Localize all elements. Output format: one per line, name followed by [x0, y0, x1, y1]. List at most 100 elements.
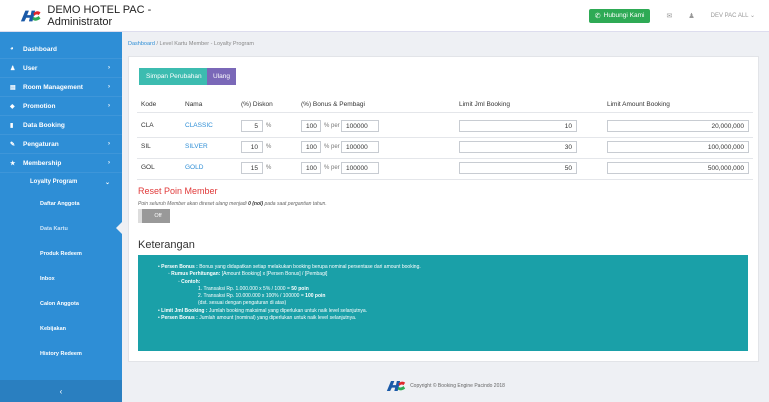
app-title: DEMO HOTEL PAC - Administrator [47, 3, 152, 28]
limit-amount-input[interactable]: 20,000,000 [607, 120, 749, 132]
sidebar-subitem-inbox[interactable]: Inbox [0, 266, 122, 291]
sidebar-item-loyalty-program[interactable]: Loyalty Program ⌄ [0, 173, 122, 191]
info-line: ◦ Contoh: [178, 278, 201, 285]
sidebar-item-label: Dashboard [23, 45, 57, 53]
sidebar-item-membership[interactable]: ★ Membership › [0, 154, 122, 173]
limit-amount-input[interactable]: 500,000,000 [607, 162, 749, 174]
row-divider [137, 179, 753, 180]
cell-nama-link[interactable]: GOLD [185, 164, 203, 171]
limit-booking-input[interactable]: 30 [459, 141, 577, 153]
user-name: DEV PAC ALL [710, 13, 749, 19]
copyright-text: Copyright © Booking Engine Pacindo 2018 [410, 383, 505, 389]
main-card: Simpan Perubahan Ulang Kode Nama (%) Dis… [128, 56, 759, 362]
toggle-label: Off [154, 213, 162, 219]
sidebar-subitem-history-redeem[interactable]: History Redeem [0, 341, 122, 366]
info-line: 2. Transaksi Rp. 10.000.000 x 100% / 100… [158, 293, 748, 300]
book-icon: ▮ [10, 122, 14, 129]
pembagi-input[interactable]: 100000 [341, 162, 379, 174]
chevron-right-icon: › [108, 65, 110, 71]
bonus-input[interactable]: 100 [301, 162, 321, 174]
info-text: Jumlah booking maksimal yang diperlukan … [208, 307, 368, 314]
info-text: Jumlah amount (nominal) yang diperlukan … [199, 315, 357, 322]
reset-desc-text: Poin seluruh Member akan direset ulang m… [138, 201, 247, 207]
reset-poin-toggle[interactable]: Off [138, 209, 170, 223]
info-text: Bonus yang didapatkan setiap melakukan b… [199, 264, 421, 270]
limit-amount-input[interactable]: 100,000,000 [607, 141, 749, 153]
user-menu[interactable]: DEV PAC ALL ⌄ [711, 12, 755, 19]
info-term: Rumus Perhitungan: [171, 271, 221, 278]
sidebar-subitem-produk-redeem[interactable]: Produk Redeem [0, 241, 122, 266]
sidebar-item-data-booking[interactable]: ▮ Data Booking [0, 116, 122, 135]
sidebar-subitem-kebijakan[interactable]: Kebijakan [0, 316, 122, 341]
table-header-divider [137, 112, 753, 113]
cell-kode: SIL [141, 143, 151, 150]
info-text: 1. Transaksi Rp. 1.000.000 x 5% / 1000 = [198, 285, 290, 292]
cell-nama-link[interactable]: SILVER [185, 143, 208, 150]
bonus-input[interactable]: 100 [301, 141, 321, 153]
col-header-nama: Nama [185, 101, 203, 108]
top-header: DEMO HOTEL PAC - Administrator ✆ Hubungi… [0, 0, 769, 32]
sidebar-item-user[interactable]: ♟ User › [0, 59, 122, 78]
diskon-input[interactable]: 5 [241, 120, 263, 132]
sidebar-item-label: Pengaturan [23, 140, 59, 148]
chevron-down-icon: ⌄ [104, 179, 110, 186]
row-divider [137, 137, 753, 138]
per-unit: % per [324, 123, 340, 129]
info-term: Persen Bonus : [161, 315, 198, 322]
per-unit: % per [324, 165, 340, 171]
sidebar-subitem-calon-anggota[interactable]: Calon Anggota [0, 291, 122, 316]
pembagi-input[interactable]: 100000 [341, 120, 379, 132]
save-button[interactable]: Simpan Perubahan [139, 68, 209, 85]
bonus-input[interactable]: 100 [301, 120, 321, 132]
tag-icon: ◆ [10, 103, 15, 110]
sidebar-subitem-data-kartu[interactable]: Data Kartu [0, 216, 122, 241]
sidebar-collapse-button[interactable]: ‹ [0, 380, 122, 402]
info-line: ◦ Rumus Perhitungan: [Amount Booking] x … [168, 271, 328, 278]
sidebar-item-pengaturan[interactable]: ✎ Pengaturan › [0, 135, 122, 154]
sidebar-item-dashboard[interactable]: ◕ Dashboard [0, 40, 122, 59]
breadcrumb-separator: / [156, 41, 158, 47]
sidebar-item-label: Loyalty Program [30, 179, 78, 185]
diskon-input[interactable]: 15 [241, 162, 263, 174]
chevron-right-icon: › [108, 103, 110, 109]
limit-booking-input[interactable]: 50 [459, 162, 577, 174]
footer: Copyright © Booking Engine Pacindo 2018 [122, 370, 769, 402]
brand[interactable]: DEMO HOTEL PAC - Administrator [0, 4, 200, 28]
diskon-input[interactable]: 10 [241, 141, 263, 153]
reset-button[interactable]: Ulang [207, 68, 236, 85]
col-header-limit-booking: Limit Jml Booking [459, 101, 510, 108]
info-text: 2. Transaksi Rp. 10.000.000 x 100% / 100… [198, 293, 304, 300]
col-header-kode: Kode [141, 101, 157, 108]
star-icon: ★ [10, 160, 16, 167]
chevron-left-icon: ‹ [59, 386, 63, 396]
sidebar-item-promotion[interactable]: ◆ Promotion › [0, 97, 122, 116]
user-icon: ♟ [10, 65, 16, 72]
reset-poin-description: Poin seluruh Member akan direset ulang m… [138, 201, 327, 207]
room-icon: ▤ [10, 84, 16, 91]
reset-desc-text-end: pada saat pergantian tahun. [264, 201, 327, 207]
limit-booking-input[interactable]: 10 [459, 120, 577, 132]
sidebar-item-label: Room Management [23, 83, 83, 91]
info-line: • Persen Bonus : Bonus yang didapatkan s… [158, 264, 421, 270]
toggle-knob [138, 209, 142, 223]
mail-icon[interactable]: ✉ [666, 12, 672, 20]
info-term: Persen Bonus : [161, 264, 198, 270]
info-line: • Limit Jml Booking : Jumlah booking mak… [158, 307, 368, 314]
sidebar-subitem-daftar-anggota[interactable]: Daftar Anggota [0, 191, 122, 216]
reset-poin-title: Reset Poin Member [138, 186, 218, 196]
pembagi-input[interactable]: 100000 [341, 141, 379, 153]
info-term: Limit Jml Booking : [161, 307, 208, 314]
phone-icon: ✆ [594, 12, 601, 20]
wrench-icon: ✎ [10, 141, 16, 148]
breadcrumb-current: Level Kartu Member - Loyalty Program [159, 41, 254, 47]
sidebar-item-room-management[interactable]: ▤ Room Management › [0, 78, 122, 97]
reset-desc-bold: 0 (nol) [248, 201, 264, 207]
hubungi-kami-button[interactable]: ✆ Hubungi Kami [588, 8, 651, 23]
breadcrumb: Dashboard / Level Kartu Member - Loyalty… [128, 41, 254, 47]
sidebar-item-label: User [23, 64, 38, 72]
cell-nama-link[interactable]: CLASSIC [185, 122, 213, 129]
breadcrumb-dashboard-link[interactable]: Dashboard [128, 41, 155, 47]
dashboard-icon: ◕ [10, 46, 14, 52]
bell-icon[interactable]: ♟ [688, 12, 694, 20]
info-line: (dst. sesuai dengan pengaturan di atas) [158, 300, 748, 307]
